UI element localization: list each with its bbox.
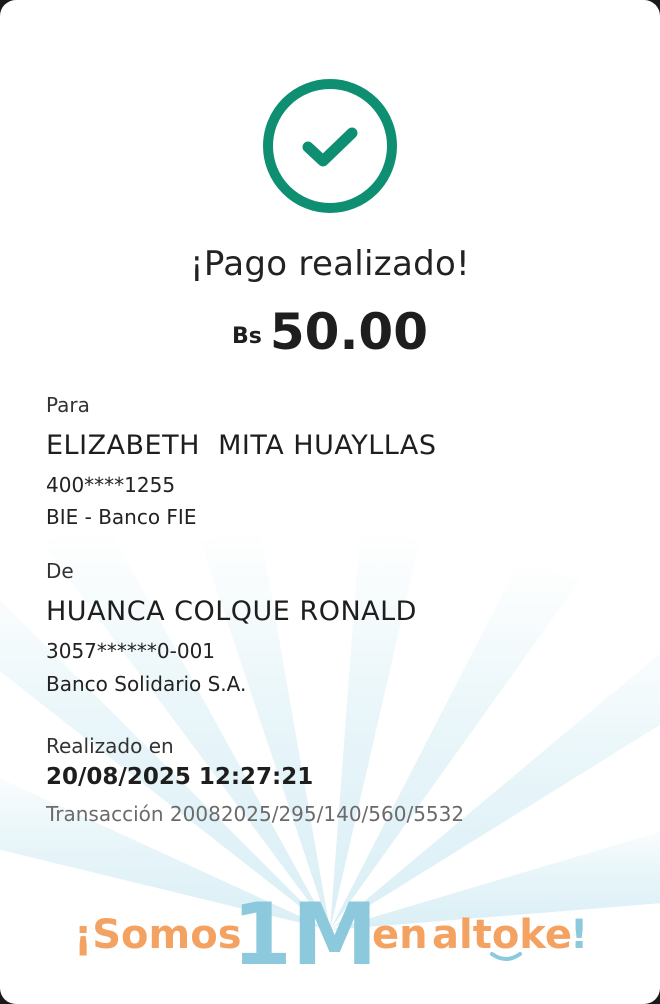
slogan-part2: en [372,912,428,958]
date-label: Realizado en [46,734,174,758]
recipient-account: 400****1255 [46,473,176,497]
sender-name: HUANCA COLQUE RONALD [46,596,417,627]
check-circle-icon [261,77,399,215]
recipient-label: Para [46,393,90,417]
payment-status-title: ¡Pago realizado! [189,244,470,284]
sender-account: 3057******0-001 [46,639,216,663]
slogan-banner: ¡Somos 1M en altoke ! [74,885,588,980]
slogan-highlight: 1M [232,885,377,980]
slogan-end: ! [570,912,588,958]
payment-amount: Bs 50.00 [0,303,660,361]
currency-label: Bs [231,324,262,349]
receipt-card: ¡Pago realizado! Bs 50.00 Para ELIZABETH … [0,0,660,1004]
date-value: 20/08/2025 12:27:21 [46,764,314,790]
sender-label: De [46,559,74,583]
transaction-id: Transacción 20082025/295/140/560/5532 [46,802,465,826]
recipient-bank: BIE - Banco FIE [46,505,197,529]
sender-bank: Banco Solidario S.A. [46,672,247,696]
brand-logo-text: altoke [432,912,572,958]
amount-value: 50.00 [269,303,429,361]
slogan-part1: ¡Somos [74,912,242,958]
recipient-name: ELIZABETH MITA HUAYLLAS [46,430,437,461]
